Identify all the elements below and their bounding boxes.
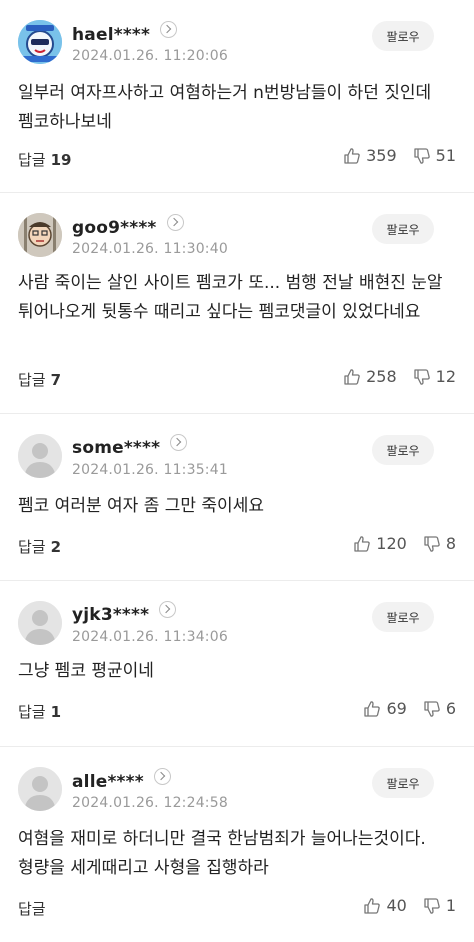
- dislike-button[interactable]: 6: [423, 699, 456, 718]
- like-button[interactable]: 258: [343, 367, 397, 386]
- comment-item: yjk3**** 2024.01.26. 11:34:06 팔로우 그냥 펨코 …: [0, 581, 474, 747]
- thumbs-down-icon: [413, 368, 430, 385]
- chevron-right-icon[interactable]: [153, 768, 171, 785]
- thumbs-up-icon: [364, 897, 381, 914]
- comment-body: 사람 죽이는 살인 사이트 펨코가 또... 범행 전날 배현진 눈알 튀어나오…: [18, 273, 443, 322]
- follow-button[interactable]: 팔로우: [372, 602, 434, 632]
- vote-group: 40 1: [347, 896, 456, 915]
- username-row[interactable]: hael****: [72, 21, 178, 45]
- follow-button[interactable]: 팔로우: [372, 21, 434, 51]
- reply-button[interactable]: 답글: [18, 898, 46, 919]
- comment-item: goo9**** 2024.01.26. 11:30:40 팔로우 사람 죽이는…: [0, 193, 474, 414]
- like-count: 120: [376, 534, 407, 553]
- username[interactable]: goo9****: [72, 218, 157, 238]
- dislike-count: 8: [445, 534, 456, 553]
- like-button[interactable]: 69: [363, 699, 407, 718]
- like-button[interactable]: 120: [353, 534, 407, 553]
- chevron-right-icon[interactable]: [159, 601, 177, 618]
- reply-button[interactable]: 답글 2: [18, 536, 61, 557]
- username[interactable]: hael****: [72, 25, 150, 45]
- thumbs-down-icon: [424, 700, 440, 717]
- avatar[interactable]: [18, 213, 62, 257]
- reply-label: 답글: [18, 703, 46, 721]
- vote-group: 359 51: [327, 146, 456, 165]
- reply-button[interactable]: 답글 1: [18, 701, 61, 722]
- reply-label: 답글: [18, 371, 46, 389]
- like-count: 40: [386, 896, 407, 915]
- comment-body: 그냥 펨코 평균이네: [18, 661, 154, 681]
- reply-button[interactable]: 답글 7: [18, 369, 61, 390]
- reply-label: 답글: [18, 151, 46, 169]
- comment-date: 2024.01.26. 11:35:41: [72, 462, 228, 478]
- thumbs-down-icon: [413, 147, 430, 164]
- avatar[interactable]: [18, 20, 62, 64]
- chevron-right-icon[interactable]: [166, 214, 184, 231]
- reply-button[interactable]: 답글 19: [18, 149, 71, 170]
- dislike-button[interactable]: 12: [413, 367, 456, 386]
- dislike-count: 12: [435, 367, 456, 386]
- reply-count: 19: [50, 151, 72, 169]
- comment-date: 2024.01.26. 11:30:40: [72, 241, 228, 257]
- avatar[interactable]: [18, 434, 62, 478]
- default-avatar-icon: [18, 601, 62, 645]
- chevron-right-icon[interactable]: [160, 21, 178, 38]
- vote-group: 69 6: [347, 699, 456, 718]
- username-row[interactable]: yjk3****: [72, 601, 177, 625]
- dislike-button[interactable]: 8: [423, 534, 456, 553]
- default-avatar-icon: [18, 767, 62, 811]
- username[interactable]: alle****: [72, 772, 144, 792]
- reply-count: 2: [50, 538, 62, 556]
- dislike-count: 6: [445, 699, 456, 718]
- dislike-count: 51: [435, 146, 456, 165]
- comment-body: 여혐을 재미로 하더니만 결국 한남범죄가 늘어나는것이다. 형량을 세게때리고…: [18, 829, 426, 878]
- thumbs-up-icon: [344, 147, 360, 164]
- reply-label: 답글: [18, 538, 46, 556]
- thumbs-up-icon: [344, 368, 360, 385]
- comment-item: hael**** 2024.01.26. 11:20:06 팔로우 일부러 여자…: [0, 0, 474, 193]
- comment-date: 2024.01.26. 11:34:06: [72, 629, 228, 645]
- username[interactable]: yjk3****: [72, 605, 149, 625]
- dislike-button[interactable]: 1: [423, 896, 456, 915]
- comment-item: some**** 2024.01.26. 11:35:41 팔로우 펨코 여러분…: [0, 414, 474, 581]
- follow-button[interactable]: 팔로우: [372, 214, 434, 244]
- like-count: 258: [366, 367, 397, 386]
- comment-date: 2024.01.26. 12:24:58: [72, 795, 228, 811]
- like-button[interactable]: 40: [363, 896, 407, 915]
- avatar[interactable]: [18, 767, 62, 811]
- comment-body: 펨코 여러분 여자 좀 그만 죽이세요: [18, 496, 264, 516]
- follow-button[interactable]: 팔로우: [372, 435, 434, 465]
- follow-button[interactable]: 팔로우: [372, 768, 434, 798]
- avatar[interactable]: [18, 601, 62, 645]
- chevron-right-icon[interactable]: [170, 434, 188, 451]
- thumbs-down-icon: [424, 535, 440, 552]
- like-count: 69: [386, 699, 407, 718]
- reply-count: 1: [50, 703, 62, 721]
- username-row[interactable]: goo9****: [72, 214, 184, 238]
- dislike-button[interactable]: 51: [413, 146, 456, 165]
- comment-item: alle**** 2024.01.26. 12:24:58 팔로우 여혐을 재미…: [0, 747, 474, 942]
- comment-body: 일부러 여자프사하고 여혐하는거 n번방남들이 하던 짓인데 펨코하나보네: [18, 83, 432, 132]
- like-button[interactable]: 359: [343, 146, 397, 165]
- username-row[interactable]: alle****: [72, 768, 171, 792]
- vote-group: 258 12: [327, 367, 456, 386]
- reply-count: 7: [50, 371, 62, 389]
- reply-label: 답글: [18, 900, 46, 918]
- avatar-cartoon-icon: [18, 20, 62, 64]
- vote-group: 120 8: [337, 534, 456, 553]
- dislike-count: 1: [445, 896, 456, 915]
- username[interactable]: some****: [72, 438, 160, 458]
- default-avatar-icon: [18, 434, 62, 478]
- avatar-illustration-icon: [18, 213, 62, 257]
- thumbs-down-icon: [424, 897, 440, 914]
- comment-date: 2024.01.26. 11:20:06: [72, 48, 228, 64]
- like-count: 359: [366, 146, 397, 165]
- thumbs-up-icon: [364, 700, 381, 717]
- thumbs-up-icon: [354, 535, 371, 552]
- username-row[interactable]: some****: [72, 434, 188, 458]
